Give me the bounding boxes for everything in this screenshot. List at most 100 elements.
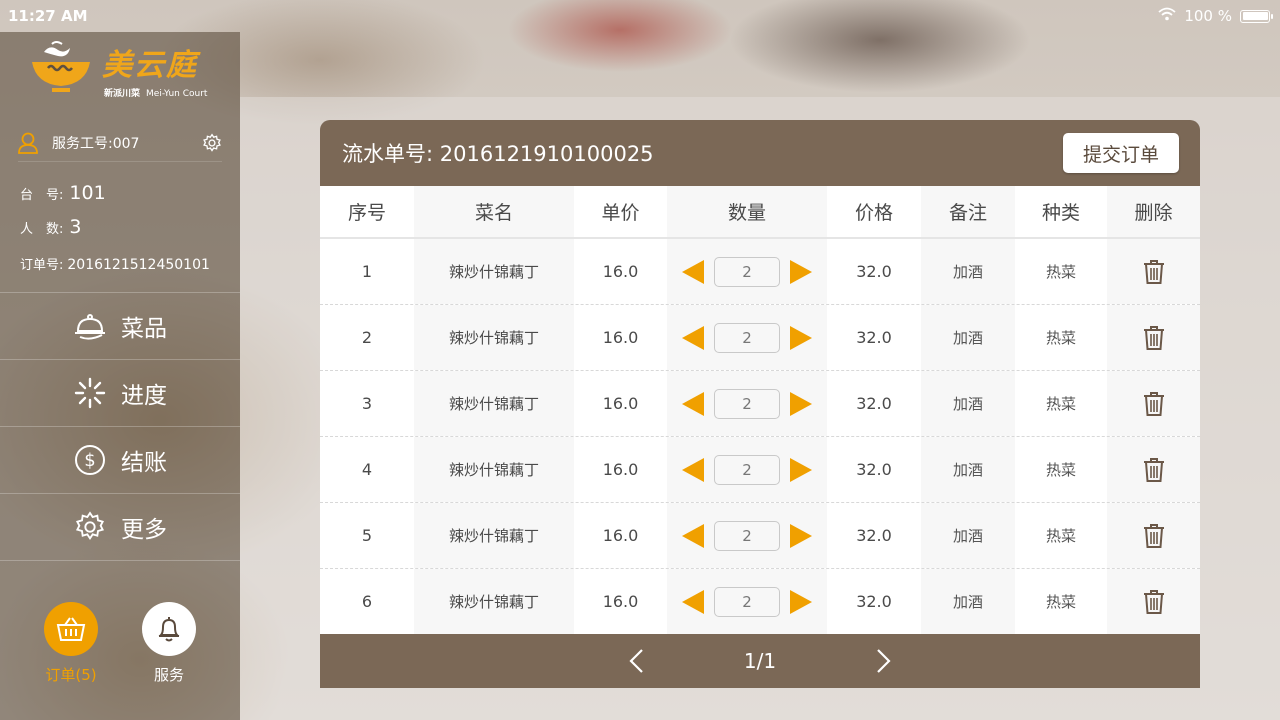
quantity-stepper: 2 [682,388,812,419]
col-header-no: 序号 [347,202,386,224]
trash-icon[interactable] [1143,523,1165,549]
table-header-row: 序号 菜名 单价 数量 价格 备注 种类 删除 [320,186,1200,239]
col-header-total: 价格 [854,202,893,224]
decrease-quantity-icon[interactable] [682,391,704,416]
basket-icon [44,602,98,656]
order-cart-button[interactable]: 订单(5) [44,602,98,685]
row-category: 热菜 [1045,593,1076,611]
row-delete [1107,371,1200,436]
menu-label-more: 更多 [121,517,167,543]
row-dish-name: 辣炒什锦藕丁 [414,305,574,370]
menu-label-dishes: 菜品 [121,316,167,342]
increase-quantity-icon[interactable] [790,391,812,416]
dollar-icon: $ [73,443,107,477]
row-total-price: 32.0 [856,460,892,479]
table-row: 5 辣炒什锦藕丁 16.0 2 32.0 加酒 热菜 [320,503,1200,569]
quantity-stepper: 2 [682,520,812,551]
table-number-row: 台 号: 101 [20,182,106,204]
svg-text:$: $ [84,450,95,471]
quantity-input[interactable]: 2 [714,322,780,353]
order-label: 订单号: [20,258,64,273]
quantity-stepper: 2 [682,322,812,353]
trash-icon[interactable] [1143,325,1165,351]
order-table: 序号 菜名 单价 数量 价格 备注 种类 删除 1 辣炒什锦藕丁 16.0 2 32.0… [320,186,1200,635]
submit-order-button[interactable]: 提交订单 [1063,133,1179,173]
row-delete [1107,305,1200,370]
col-header-price: 单价 [601,202,640,224]
row-dish-name: 辣炒什锦藕丁 [414,437,574,502]
table-row: 6 辣炒什锦藕丁 16.0 2 32.0 加酒 热菜 [320,569,1200,635]
row-category: 热菜 [1045,329,1076,347]
table-number: 101 [69,182,106,204]
row-total-price: 32.0 [856,394,892,413]
increase-quantity-icon[interactable] [790,523,812,548]
quantity-input[interactable]: 2 [714,388,780,419]
quantity-input[interactable]: 2 [714,586,780,617]
quantity-input[interactable]: 2 [714,454,780,485]
trash-icon[interactable] [1143,391,1165,417]
brand-sub-cn: 新派川菜 [104,89,141,99]
trash-icon[interactable] [1143,589,1165,615]
row-category: 热菜 [1045,263,1076,281]
order-panel: 流水单号: 2016121910100025 提交订单 序号 菜名 单价 数量 … [320,120,1200,688]
col-header-category: 种类 [1041,202,1080,224]
row-note: 加酒 [921,569,1015,634]
col-header-note: 备注 [921,186,1015,237]
row-note: 加酒 [921,503,1015,568]
menu-item-dishes[interactable]: 菜品 [0,293,240,360]
menu-item-more[interactable]: 更多 [0,494,240,561]
user-icon [18,132,38,154]
row-total-price: 32.0 [856,262,892,281]
row-delete [1107,503,1200,568]
quantity-input[interactable]: 2 [714,256,780,287]
row-category: 热菜 [1045,527,1076,545]
row-unit-price: 16.0 [602,394,639,413]
increase-quantity-icon[interactable] [790,259,812,284]
increase-quantity-icon[interactable] [790,589,812,614]
wifi-icon [1158,7,1176,25]
decrease-quantity-icon[interactable] [682,523,704,548]
increase-quantity-icon[interactable] [790,457,812,482]
prev-page-icon[interactable] [628,648,644,674]
order-header: 流水单号: 2016121910100025 提交订单 [320,120,1200,186]
decrease-quantity-icon[interactable] [682,259,704,284]
row-dish-name: 辣炒什锦藕丁 [414,503,574,568]
page-indicator: 1/1 [743,649,777,673]
people-count: 3 [69,216,82,238]
col-header-delete: 删除 [1107,186,1200,237]
pagination: 1/1 [320,634,1200,688]
row-total-price: 32.0 [856,592,892,611]
increase-quantity-icon[interactable] [790,325,812,350]
sidebar: 美云庭 新派川菜 Mei-Yun Court 服务工号:007 台 号: 101 … [0,32,240,720]
logo: 美云庭 新派川菜 Mei-Yun Court [30,38,220,99]
status-bar: 11:27 AM 100 % [0,0,1280,32]
decrease-quantity-icon[interactable] [682,457,704,482]
row-dish-name: 辣炒什锦藕丁 [414,569,574,634]
trash-icon[interactable] [1143,457,1165,483]
people-label: 人 数: [20,222,64,237]
row-delete [1107,437,1200,502]
menu-item-progress[interactable]: 进度 [0,360,240,427]
next-page-icon[interactable] [876,648,892,674]
row-total-price: 32.0 [856,328,892,347]
row-category: 热菜 [1045,461,1076,479]
table-row: 4 辣炒什锦藕丁 16.0 2 32.0 加酒 热菜 [320,437,1200,503]
quantity-input[interactable]: 2 [714,520,780,551]
row-note: 加酒 [921,437,1015,502]
brand-name: 美云庭 [102,48,198,83]
decrease-quantity-icon[interactable] [682,325,704,350]
bell-icon [142,602,196,656]
row-dish-name: 辣炒什锦藕丁 [414,239,574,304]
order-number: 2016121512450101 [67,257,210,273]
table-row: 2 辣炒什锦藕丁 16.0 2 32.0 加酒 热菜 [320,305,1200,371]
settings-gear-icon[interactable] [202,132,222,153]
menu-item-checkout[interactable]: $ 结账 [0,427,240,494]
row-unit-price: 16.0 [602,526,639,545]
menu-label-checkout: 结账 [121,450,167,476]
trash-icon[interactable] [1143,259,1165,285]
service-bell-button[interactable]: 服务 [142,602,196,685]
loading-icon [73,376,107,410]
decrease-quantity-icon[interactable] [682,589,704,614]
menu-label-progress: 进度 [121,383,167,409]
table-row: 1 辣炒什锦藕丁 16.0 2 32.0 加酒 热菜 [320,239,1200,305]
